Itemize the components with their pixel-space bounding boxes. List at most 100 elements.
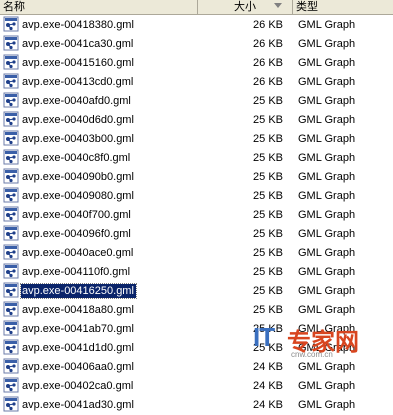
- file-name[interactable]: avp.exe-00406aa0.gml: [21, 360, 136, 374]
- file-type: GML Graph: [298, 228, 356, 240]
- gml-file-icon: [3, 92, 19, 108]
- gml-file-icon: [3, 225, 19, 241]
- gml-file-icon: [3, 206, 19, 222]
- file-size: 25 KB: [253, 190, 283, 202]
- file-size: 25 KB: [253, 95, 283, 107]
- file-size: 25 KB: [253, 285, 283, 297]
- file-row[interactable]: avp.exe-004096f0.gml 25 KB GML Graph: [0, 224, 393, 243]
- file-row[interactable]: avp.exe-00415160.gml 26 KB GML Graph: [0, 53, 393, 72]
- gml-file-icon: [3, 339, 19, 355]
- file-name[interactable]: avp.exe-00418380.gml: [21, 18, 136, 32]
- file-type: GML Graph: [298, 114, 356, 126]
- file-type: GML Graph: [298, 304, 356, 316]
- column-header-bar: 名称 大小 类型: [0, 0, 393, 15]
- file-name[interactable]: avp.exe-0041ca30.gml: [21, 37, 135, 51]
- file-row[interactable]: avp.exe-0040afd0.gml 25 KB GML Graph: [0, 91, 393, 110]
- file-row[interactable]: avp.exe-00418a80.gml 25 KB GML Graph: [0, 300, 393, 319]
- file-row[interactable]: avp.exe-00418380.gml 26 KB GML Graph: [0, 15, 393, 34]
- gml-file-icon: [3, 149, 19, 165]
- file-row[interactable]: avp.exe-0041ad30.gml 24 KB GML Graph: [0, 395, 393, 414]
- file-size: 25 KB: [253, 247, 283, 259]
- file-name[interactable]: avp.exe-0041ad30.gml: [21, 398, 136, 412]
- file-row[interactable]: avp.exe-0040f700.gml 25 KB GML Graph: [0, 205, 393, 224]
- file-name[interactable]: avp.exe-004090b0.gml: [21, 170, 136, 184]
- file-row[interactable]: avp.exe-0040ace0.gml 25 KB GML Graph: [0, 243, 393, 262]
- file-size: 26 KB: [253, 57, 283, 69]
- watermark-url: cnw.com.cn: [291, 350, 333, 359]
- column-header-size[interactable]: 大小: [198, 0, 293, 14]
- file-row[interactable]: avp.exe-0041ca30.gml 26 KB GML Graph: [0, 34, 393, 53]
- file-name[interactable]: avp.exe-004096f0.gml: [21, 227, 133, 241]
- file-name[interactable]: avp.exe-00415160.gml: [21, 56, 136, 70]
- file-name[interactable]: avp.exe-004110f0.gml: [21, 265, 132, 279]
- file-type: GML Graph: [298, 247, 356, 259]
- gml-file-icon: [3, 244, 19, 260]
- file-name[interactable]: avp.exe-0040f700.gml: [21, 208, 133, 222]
- file-type: GML Graph: [298, 38, 356, 50]
- file-name[interactable]: avp.exe-00409080.gml: [21, 189, 136, 203]
- gml-file-icon: [3, 187, 19, 203]
- file-size: 25 KB: [253, 133, 283, 145]
- file-name[interactable]: avp.exe-0040ace0.gml: [21, 246, 135, 260]
- file-size: 24 KB: [253, 361, 283, 373]
- file-row[interactable]: avp.exe-00403b00.gml 25 KB GML Graph: [0, 129, 393, 148]
- gml-file-icon: [3, 130, 19, 146]
- file-size: 26 KB: [253, 38, 283, 50]
- gml-file-icon: [3, 73, 19, 89]
- gml-file-icon: [3, 54, 19, 70]
- file-type: GML Graph: [298, 266, 356, 278]
- file-type: GML Graph: [298, 399, 356, 411]
- file-name[interactable]: avp.exe-0040c8f0.gml: [21, 151, 132, 165]
- file-name[interactable]: avp.exe-00402ca0.gml: [21, 379, 135, 393]
- gml-file-icon: [3, 377, 19, 393]
- file-name[interactable]: avp.exe-00418a80.gml: [21, 303, 136, 317]
- file-type: GML Graph: [298, 171, 356, 183]
- file-name[interactable]: avp.exe-0040d6d0.gml: [21, 113, 136, 127]
- gml-file-icon: [3, 168, 19, 184]
- file-size: 24 KB: [253, 399, 283, 411]
- file-size: 25 KB: [253, 152, 283, 164]
- file-size: 26 KB: [253, 19, 283, 31]
- file-name[interactable]: avp.exe-00403b00.gml: [21, 132, 136, 146]
- file-size: 25 KB: [253, 228, 283, 240]
- gml-file-icon: [3, 301, 19, 317]
- column-header-size-label: 大小: [234, 0, 256, 13]
- file-size: 25 KB: [253, 304, 283, 316]
- file-row[interactable]: avp.exe-00416250.gml 25 KB GML Graph: [0, 281, 393, 300]
- file-size: 24 KB: [253, 380, 283, 392]
- sort-descending-icon: [274, 3, 282, 8]
- gml-file-icon: [3, 111, 19, 127]
- gml-file-icon: [3, 282, 19, 298]
- file-type: GML Graph: [298, 57, 356, 69]
- file-row[interactable]: avp.exe-0040c8f0.gml 25 KB GML Graph: [0, 148, 393, 167]
- file-type: GML Graph: [298, 152, 356, 164]
- file-type: GML Graph: [298, 133, 356, 145]
- file-name[interactable]: avp.exe-00413cd0.gml: [21, 75, 135, 89]
- watermark-logo-it: IT: [253, 322, 275, 352]
- file-row[interactable]: avp.exe-00409080.gml 25 KB GML Graph: [0, 186, 393, 205]
- file-name[interactable]: avp.exe-0040afd0.gml: [21, 94, 133, 108]
- file-row[interactable]: avp.exe-0040d6d0.gml 25 KB GML Graph: [0, 110, 393, 129]
- file-type: GML Graph: [298, 190, 356, 202]
- column-header-type[interactable]: 类型: [293, 0, 393, 14]
- file-size: 25 KB: [253, 171, 283, 183]
- file-type: GML Graph: [298, 95, 356, 107]
- column-header-type-label: 类型: [296, 0, 318, 13]
- file-row[interactable]: avp.exe-004090b0.gml 25 KB GML Graph: [0, 167, 393, 186]
- gml-file-icon: [3, 320, 19, 336]
- file-name[interactable]: avp.exe-0041ab70.gml: [21, 322, 136, 336]
- file-type: GML Graph: [298, 76, 356, 88]
- gml-file-icon: [3, 263, 19, 279]
- gml-file-icon: [3, 358, 19, 374]
- file-name[interactable]: avp.exe-0041d1d0.gml: [21, 341, 136, 355]
- column-header-name[interactable]: 名称: [0, 0, 198, 14]
- file-name[interactable]: avp.exe-00416250.gml: [20, 283, 137, 299]
- gml-file-icon: [3, 16, 19, 32]
- file-row[interactable]: avp.exe-00402ca0.gml 24 KB GML Graph: [0, 376, 393, 395]
- file-row[interactable]: avp.exe-004110f0.gml 25 KB GML Graph: [0, 262, 393, 281]
- file-type: GML Graph: [298, 361, 356, 373]
- file-size: 26 KB: [253, 76, 283, 88]
- file-size: 25 KB: [253, 266, 283, 278]
- file-row[interactable]: avp.exe-00413cd0.gml 26 KB GML Graph: [0, 72, 393, 91]
- file-type: GML Graph: [298, 19, 356, 31]
